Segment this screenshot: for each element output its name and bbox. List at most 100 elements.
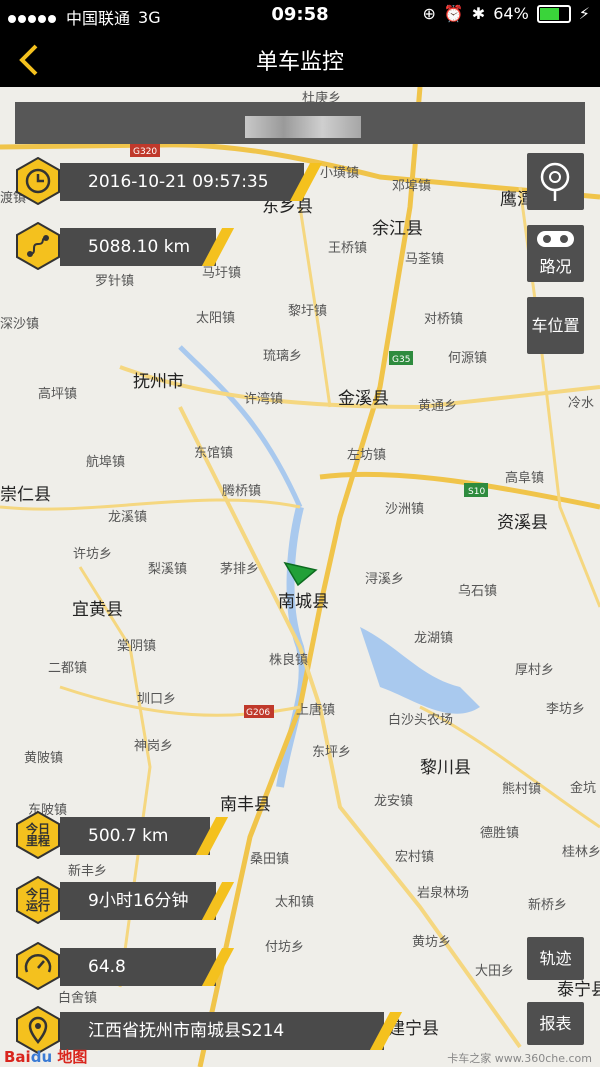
map-place: 棠阴镇 — [117, 639, 157, 654]
map-place: 琉璃乡 — [263, 349, 303, 364]
map-place: 大田乡 — [475, 964, 515, 979]
map-place: 龙安镇 — [374, 794, 414, 809]
map-place: 王桥镇 — [328, 241, 368, 256]
map-place: 德胜镇 — [480, 826, 520, 841]
status-bar: 中国联通 3G 09:58 ⊕ ⏰ ✱ 64% ⚡ — [0, 0, 600, 30]
battery-icon — [536, 4, 571, 23]
map-place: 高坪镇 — [38, 387, 78, 402]
map-place: 太和镇 — [275, 895, 315, 910]
map-place: 高阜镇 — [505, 471, 545, 486]
map-place: 新丰乡 — [68, 864, 108, 879]
total-mileage-value: 5088.10 km — [60, 228, 216, 266]
road-label: G206 — [246, 708, 270, 718]
map-place: 南城县 — [278, 592, 329, 612]
today-runtime-value: 9小时16分钟 — [60, 882, 216, 920]
map-place: 航埠镇 — [86, 455, 126, 470]
map-place: 黄坊乡 — [412, 935, 452, 950]
speed-value: 64.8 — [60, 948, 216, 986]
locate-button[interactable] — [527, 153, 584, 210]
map-place: 东坪乡 — [312, 745, 352, 760]
map-place: 梨溪镇 — [148, 562, 188, 577]
road-label: G35 — [392, 355, 410, 365]
map-place: 茅排乡 — [220, 562, 260, 577]
map-place: 对桥镇 — [424, 312, 464, 327]
map-place: 付坊乡 — [265, 940, 305, 955]
map-place: 深沙镇 — [0, 317, 40, 332]
map-place: 龙湖镇 — [414, 631, 454, 646]
map-place: 厚村乡 — [515, 663, 555, 678]
map-place: 龙溪镇 — [108, 510, 148, 525]
report-button[interactable]: 报表 — [527, 1002, 584, 1045]
clock-icon — [16, 157, 60, 205]
today-mileage-value: 500.7 km — [60, 817, 210, 855]
map-place: 桑田镇 — [250, 852, 290, 867]
tire-location-icon — [540, 162, 570, 201]
map-place: 黄通乡 — [418, 399, 458, 414]
map-place: 太阳镇 — [196, 311, 236, 326]
map-place: 沙洲镇 — [385, 502, 425, 517]
map-place: 熊村镇 — [502, 782, 542, 797]
track-button[interactable]: 轨迹 — [527, 937, 584, 980]
speedometer-icon — [16, 942, 60, 990]
battery-percent: 64% — [493, 4, 529, 23]
map-place: 白舍镇 — [58, 991, 98, 1006]
nav-bar: 单车监控 — [0, 30, 600, 87]
map-place: 岩泉林场 — [417, 886, 470, 901]
map-place: 二都镇 — [48, 661, 88, 676]
watermark: 卡车之家 www.360che.com — [447, 1052, 592, 1065]
map-place: 宜黄县 — [72, 600, 123, 620]
map-place: 桂林乡 — [562, 845, 600, 860]
map-place: 株良镇 — [269, 653, 309, 668]
map-place: 马荃镇 — [405, 252, 445, 267]
datetime-value: 2016-10-21 09:57:35 — [60, 163, 304, 201]
road-label: G320 — [133, 147, 157, 157]
map-place: 许坊乡 — [73, 547, 113, 562]
map-place: 金坑 — [570, 781, 597, 796]
charging-icon: ⚡ — [578, 4, 590, 23]
map-place: 黎川县 — [420, 758, 471, 778]
map-place: 抚州市 — [133, 372, 184, 392]
route-icon — [16, 222, 60, 270]
today-runtime-label: 今日 运行 — [25, 887, 50, 913]
today-mileage-label: 今日 里程 — [25, 822, 50, 848]
map-place: 小璜镇 — [320, 166, 360, 181]
location-value: 江西省抚州市南城县S214 — [60, 1012, 384, 1050]
alarm-icon: ⏰ — [443, 4, 464, 23]
traffic-label: 路况 — [539, 257, 572, 276]
map-place: 圳口乡 — [137, 692, 177, 707]
vehicle-plate-bar — [15, 102, 585, 144]
logo-text: 地图 — [52, 1048, 88, 1066]
map-place: 神岗乡 — [134, 739, 174, 754]
car-position-button[interactable]: 车位置 — [527, 297, 584, 354]
map-place: 上唐镇 — [296, 703, 336, 718]
traffic-button[interactable]: 路况 — [527, 225, 584, 282]
map-place: 宏村镇 — [395, 850, 435, 865]
map-place: 黎圩镇 — [288, 304, 328, 319]
rotation-lock-icon: ⊕ — [422, 4, 436, 23]
road-label: S10 — [468, 487, 485, 497]
map-place: 冷水 — [568, 396, 595, 411]
baidu-map-logo: Baidu 地图 — [4, 1048, 88, 1066]
map-place: 乌石镇 — [458, 584, 498, 599]
plate-redacted — [245, 116, 361, 138]
map-place: 金溪县 — [338, 389, 389, 409]
map-place: 黄陂镇 — [24, 751, 64, 766]
map-place: 许湾镇 — [244, 392, 284, 407]
map-place: 新桥乡 — [528, 898, 568, 913]
map-place: 浔溪乡 — [365, 572, 405, 587]
map-place: 余江县 — [372, 219, 423, 239]
map-place: 南丰县 — [220, 795, 271, 815]
traffic-icon — [537, 231, 574, 247]
map-place: 邓埠镇 — [392, 179, 432, 194]
map-place: 崇仁县 — [0, 485, 51, 505]
map-place: 东馆镇 — [194, 446, 234, 461]
map-place: 左坊镇 — [347, 448, 387, 463]
map-place: 白沙头农场 — [388, 713, 454, 728]
map-place: 资溪县 — [497, 513, 548, 533]
map-place: 李坊乡 — [546, 702, 586, 717]
map-place: 罗针镇 — [95, 274, 135, 289]
map-place: 腾桥镇 — [222, 484, 262, 499]
page-title: 单车监控 — [255, 50, 344, 75]
map-place: 何源镇 — [448, 351, 488, 366]
bluetooth-icon: ✱ — [471, 4, 486, 23]
